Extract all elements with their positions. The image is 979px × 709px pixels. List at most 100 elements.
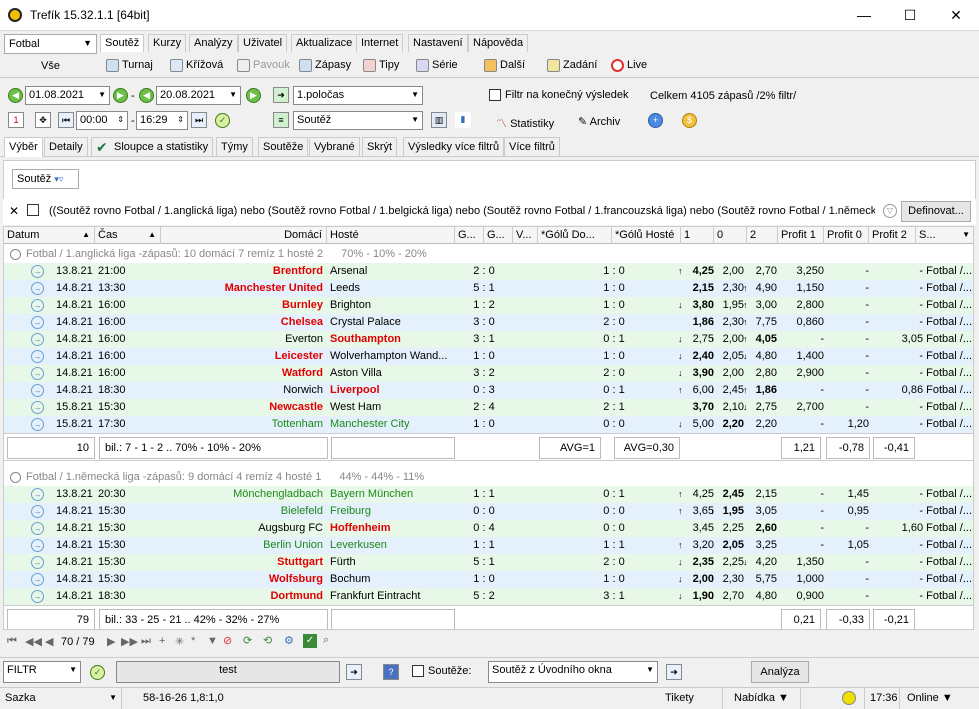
row-arrow-icon[interactable]: → xyxy=(31,418,44,431)
vse-button[interactable]: Vše xyxy=(4,60,97,72)
tab-kurzy[interactable]: Kurzy xyxy=(148,34,187,52)
zapasy-button[interactable]: Zápasy xyxy=(299,54,351,76)
row-arrow-icon[interactable]: → xyxy=(31,350,44,363)
soutez-icon[interactable]: ≡ xyxy=(273,112,289,128)
tab-vysledky[interactable]: Výsledky více filtrů xyxy=(403,137,505,157)
checkbox[interactable] xyxy=(489,89,501,102)
nav-star2-icon[interactable]: * xyxy=(191,635,195,647)
souteze-checkbox[interactable]: Soutěže: xyxy=(412,665,471,678)
row-arrow-icon[interactable]: → xyxy=(31,488,44,501)
confirm-filter-icon[interactable]: ✓ xyxy=(90,665,105,680)
statistiky-button[interactable]: 〽 Statistiky xyxy=(496,115,554,131)
tab-vice-filtru[interactable]: Více filtrů xyxy=(504,137,560,157)
col-datum[interactable]: Datum ▲ xyxy=(4,227,95,244)
col-g2[interactable]: G... xyxy=(484,227,513,244)
nav-settings-icon[interactable]: ⚙ xyxy=(284,634,294,647)
next-date-icon[interactable]: ▶ xyxy=(113,88,128,103)
table-row[interactable]: → 14.8.21 16:00 Leicester Wolverhampton Wand… xyxy=(4,348,973,365)
nav-last-icon[interactable]: ⏭ xyxy=(141,635,151,648)
row-arrow-icon[interactable]: → xyxy=(31,367,44,380)
row-arrow-icon[interactable]: → xyxy=(31,505,44,518)
table-row[interactable]: → 14.8.21 15:30 Wolfsburg Bochum 1 : 0 1 : 0 2,… xyxy=(4,571,973,588)
row-arrow-icon[interactable]: → xyxy=(31,384,44,397)
nav-prev-icon[interactable]: ◀ xyxy=(45,635,53,648)
sport-select[interactable]: Fotbal ▼ xyxy=(4,34,97,54)
collapse-icon[interactable] xyxy=(10,249,21,260)
tab-soutez[interactable]: Soutěž xyxy=(100,34,145,52)
col-0[interactable]: 0 xyxy=(714,227,747,244)
nav-first-icon[interactable]: ⏮ xyxy=(7,635,17,648)
tab-tymy[interactable]: Týmy xyxy=(216,137,253,157)
move-icon[interactable]: ✥ xyxy=(35,112,51,128)
confirm-icon[interactable]: ✓ xyxy=(215,113,230,128)
table-row[interactable]: → 13.8.21 21:00 Brentford Arsenal 2 : 0 1 : 0 4… xyxy=(4,263,973,280)
table-row[interactable]: → 14.8.21 15:30 Augsburg FC Hoffenheim 0 : 4 0… xyxy=(4,520,973,537)
table-row[interactable]: → 14.8.21 16:00 Everton Southampton 3 : 1 0 : … xyxy=(4,331,973,348)
row-arrow-icon[interactable]: → xyxy=(31,299,44,312)
table-row[interactable]: → 14.8.21 16:00 Watford Aston Villa 3 : 2 2 : … xyxy=(4,365,973,382)
bar-chart-icon[interactable]: ▮ xyxy=(455,112,471,128)
prev-date-to-icon[interactable]: ◀ xyxy=(139,88,154,103)
col-profit0[interactable]: Profit 0 xyxy=(824,227,869,244)
pavouk-button[interactable]: Pavouk xyxy=(237,54,290,76)
nav-next-icon[interactable]: ▶ xyxy=(107,635,115,648)
nav-next-page-icon[interactable]: ▶▶ xyxy=(121,635,138,648)
row-arrow-icon[interactable]: → xyxy=(31,590,44,603)
soutez-filter-select[interactable]: Soutěž ▾▿ xyxy=(12,169,79,189)
nav-add-icon[interactable]: + xyxy=(159,635,165,647)
tab-skryt[interactable]: Skrýt xyxy=(362,137,398,157)
tab-souteze[interactable]: Soutěže xyxy=(258,137,309,157)
col-g1[interactable]: G... xyxy=(455,227,484,244)
tab-aktualizace[interactable]: Aktualizace xyxy=(291,34,358,52)
archiv-button[interactable]: ✎ Archiv xyxy=(578,115,620,128)
turnaj-button[interactable]: Turnaj xyxy=(106,54,153,76)
table-row[interactable]: → 14.8.21 18:30 Dortmund Frankfurt Eintracht… xyxy=(4,588,973,605)
row-arrow-icon[interactable]: → xyxy=(31,556,44,569)
row-arrow-icon[interactable]: → xyxy=(31,333,44,346)
soutez-select[interactable]: Soutěž ▼ xyxy=(293,111,423,130)
col-v[interactable]: V... xyxy=(513,227,538,244)
group-header[interactable]: Fotbal / 1.německá liga -zápasů: 9 domác… xyxy=(4,469,973,486)
nav-search-icon[interactable]: ⌕ xyxy=(323,634,329,647)
tab-napoveda[interactable]: Nápověda xyxy=(468,34,529,52)
row-arrow-icon[interactable]: → xyxy=(31,316,44,329)
first-icon[interactable]: ⏮ xyxy=(58,112,74,128)
collapse-icon[interactable] xyxy=(10,472,21,483)
tab-analyzy[interactable]: Analýzy xyxy=(189,34,238,52)
close-button[interactable]: ✕ xyxy=(933,0,979,31)
clear-filter-icon[interactable]: ✕ xyxy=(9,204,19,218)
tab-detaily[interactable]: Detaily xyxy=(44,137,88,157)
nav-refresh-icon[interactable]: ⟳ xyxy=(243,634,252,647)
maximize-button[interactable]: ☐ xyxy=(887,0,933,31)
dalsi-button[interactable]: Další xyxy=(484,54,525,76)
row-arrow-icon[interactable]: → xyxy=(31,573,44,586)
soutez-source-select[interactable]: Soutěž z Úvodního okna ▼ xyxy=(488,661,658,683)
minimize-button[interactable]: — xyxy=(841,0,887,31)
nav-star-icon[interactable]: ✳ xyxy=(175,635,184,648)
live-button[interactable]: Live xyxy=(611,54,647,76)
analyza-button[interactable]: Analýza xyxy=(751,661,809,683)
table-row[interactable]: → 13.8.21 20:30 Mönchengladbach Bayern Münch… xyxy=(4,486,973,503)
last-icon[interactable]: ⏭ xyxy=(191,112,207,128)
table-row[interactable]: → 14.8.21 16:00 Burnley Brighton 1 : 2 1 : 0 3,… xyxy=(4,297,973,314)
nav-prev-page-icon[interactable]: ◀◀ xyxy=(25,635,42,648)
filter-enabled-checkbox[interactable] xyxy=(27,204,39,216)
table-row[interactable]: → 15.8.21 17:30 Tottenham Manchester City 1 :… xyxy=(4,416,973,433)
tab-sloupce[interactable]: ✔ Sloupce a statistiky xyxy=(91,137,214,157)
date-from-field[interactable]: 01.08.2021 ▼ xyxy=(25,86,110,105)
table-row[interactable]: → 14.8.21 18:30 Norwich Liverpool 0 : 30 : 16… xyxy=(4,382,973,399)
row-arrow-icon[interactable]: → xyxy=(31,539,44,552)
table-row[interactable]: → 14.8.21 15:30 Berlin Union Leverkusen 1 : 1… xyxy=(4,537,973,554)
date-to-field[interactable]: 20.08.2021 ▼ xyxy=(156,86,241,105)
col-1[interactable]: 1 xyxy=(681,227,714,244)
final-result-checkbox[interactable]: Filtr na konečný výsledek xyxy=(489,89,629,102)
row-arrow-icon[interactable]: → xyxy=(31,401,44,414)
nav-check-icon[interactable]: ✓ xyxy=(303,634,317,648)
row-arrow-icon[interactable]: → xyxy=(31,522,44,535)
col-profit2[interactable]: Profit 2 xyxy=(869,227,916,244)
row-arrow-icon[interactable]: → xyxy=(31,282,44,295)
definovat-button[interactable]: Definovat... xyxy=(901,201,971,222)
nav-filter-icon[interactable]: ▼ xyxy=(207,635,218,647)
filter-name-field[interactable]: test xyxy=(116,661,340,683)
funnel-icon[interactable]: ▽ xyxy=(883,204,897,218)
